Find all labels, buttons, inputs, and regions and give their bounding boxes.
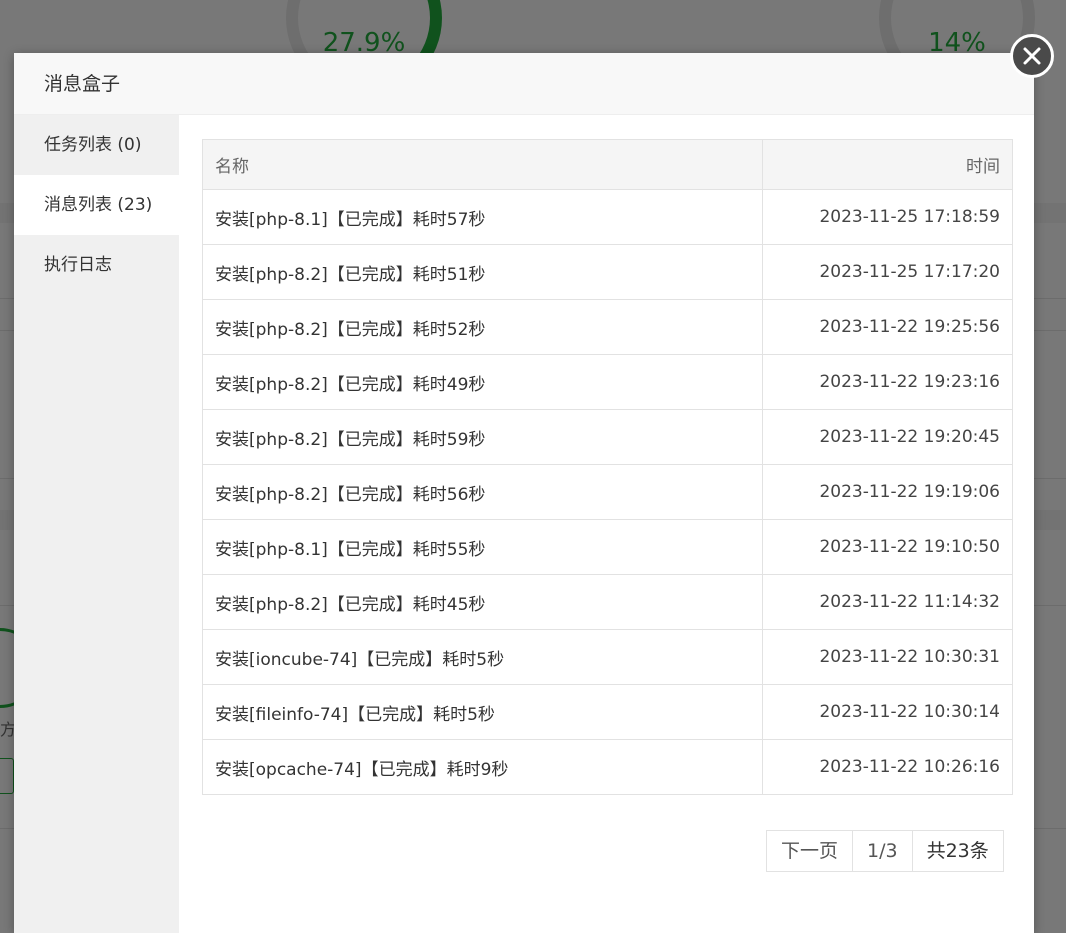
close-icon bbox=[1023, 47, 1041, 65]
row-time: 2023-11-25 17:18:59 bbox=[762, 189, 1013, 245]
row-name: 安装[php-8.1]【已完成】耗时55秒 bbox=[202, 519, 763, 575]
row-name: 安装[fileinfo-74]【已完成】耗时5秒 bbox=[202, 684, 763, 740]
table-row: 安装[php-8.2]【已完成】耗时56秒 2023-11-22 19:19:06 bbox=[202, 464, 1013, 520]
dialog-sidebar: 任务列表 (0) 消息列表 (23) 执行日志 bbox=[14, 115, 179, 933]
row-time: 2023-11-22 10:30:14 bbox=[762, 684, 1013, 740]
message-box-dialog: 消息盒子 任务列表 (0) 消息列表 (23) 执行日志 名称 时间 安装[ph… bbox=[14, 53, 1034, 933]
table-row: 安装[php-8.2]【已完成】耗时51秒 2023-11-25 17:17:20 bbox=[202, 244, 1013, 300]
pagination: 下一页 1/3 共23条 bbox=[766, 830, 1004, 872]
table-row: 安装[php-8.1]【已完成】耗时57秒 2023-11-25 17:18:59 bbox=[202, 189, 1013, 245]
sidebar-item-message-list[interactable]: 消息列表 (23) bbox=[14, 175, 179, 235]
row-time: 2023-11-25 17:17:20 bbox=[762, 244, 1013, 300]
row-time: 2023-11-22 11:14:32 bbox=[762, 574, 1013, 630]
table-header-row: 名称 时间 bbox=[202, 139, 1013, 190]
page-indicator: 1/3 bbox=[853, 830, 913, 872]
table-row: 安装[php-8.1]【已完成】耗时55秒 2023-11-22 19:10:50 bbox=[202, 519, 1013, 575]
column-header-time: 时间 bbox=[762, 139, 1013, 190]
row-name: 安装[php-8.2]【已完成】耗时51秒 bbox=[202, 244, 763, 300]
message-table-container: 名称 时间 安装[php-8.1]【已完成】耗时57秒 2023-11-25 17… bbox=[202, 139, 1013, 795]
sidebar-item-task-list[interactable]: 任务列表 (0) bbox=[14, 115, 179, 175]
row-name: 安装[php-8.2]【已完成】耗时59秒 bbox=[202, 409, 763, 465]
table-row: 安装[php-8.2]【已完成】耗时52秒 2023-11-22 19:25:56 bbox=[202, 299, 1013, 355]
sidebar-item-label: 任务列表 (0) bbox=[44, 135, 142, 155]
row-name: 安装[opcache-74]【已完成】耗时9秒 bbox=[202, 739, 763, 795]
row-time: 2023-11-22 10:30:31 bbox=[762, 629, 1013, 685]
total-count: 共23条 bbox=[912, 830, 1004, 872]
sidebar-item-label: 执行日志 bbox=[44, 255, 112, 275]
sidebar-item-label: 消息列表 (23) bbox=[44, 195, 153, 215]
dialog-header: 消息盒子 bbox=[14, 53, 1034, 115]
table-row: 安装[ioncube-74]【已完成】耗时5秒 2023-11-22 10:30:… bbox=[202, 629, 1013, 685]
next-page-button[interactable]: 下一页 bbox=[766, 830, 854, 872]
row-name: 安装[ioncube-74]【已完成】耗时5秒 bbox=[202, 629, 763, 685]
table-row: 安装[php-8.2]【已完成】耗时49秒 2023-11-22 19:23:16 bbox=[202, 354, 1013, 410]
row-time: 2023-11-22 19:10:50 bbox=[762, 519, 1013, 575]
sidebar-item-execution-log[interactable]: 执行日志 bbox=[14, 235, 179, 295]
row-time: 2023-11-22 19:25:56 bbox=[762, 299, 1013, 355]
row-time: 2023-11-22 19:23:16 bbox=[762, 354, 1013, 410]
row-time: 2023-11-22 19:20:45 bbox=[762, 409, 1013, 465]
row-time: 2023-11-22 10:26:16 bbox=[762, 739, 1013, 795]
table-row: 安装[fileinfo-74]【已完成】耗时5秒 2023-11-22 10:30… bbox=[202, 684, 1013, 740]
dialog-title: 消息盒子 bbox=[44, 73, 121, 95]
row-name: 安装[php-8.2]【已完成】耗时49秒 bbox=[202, 354, 763, 410]
table-row: 安装[opcache-74]【已完成】耗时9秒 2023-11-22 10:26:… bbox=[202, 739, 1013, 795]
row-name: 安装[php-8.2]【已完成】耗时52秒 bbox=[202, 299, 763, 355]
row-name: 安装[php-8.2]【已完成】耗时45秒 bbox=[202, 574, 763, 630]
column-header-name: 名称 bbox=[202, 139, 763, 190]
row-time: 2023-11-22 19:19:06 bbox=[762, 464, 1013, 520]
row-name: 安装[php-8.2]【已完成】耗时56秒 bbox=[202, 464, 763, 520]
close-button[interactable] bbox=[1010, 34, 1054, 78]
message-table: 名称 时间 安装[php-8.1]【已完成】耗时57秒 2023-11-25 17… bbox=[202, 139, 1013, 795]
table-row: 安装[php-8.2]【已完成】耗时59秒 2023-11-22 19:20:45 bbox=[202, 409, 1013, 465]
table-row: 安装[php-8.2]【已完成】耗时45秒 2023-11-22 11:14:32 bbox=[202, 574, 1013, 630]
row-name: 安装[php-8.1]【已完成】耗时57秒 bbox=[202, 189, 763, 245]
